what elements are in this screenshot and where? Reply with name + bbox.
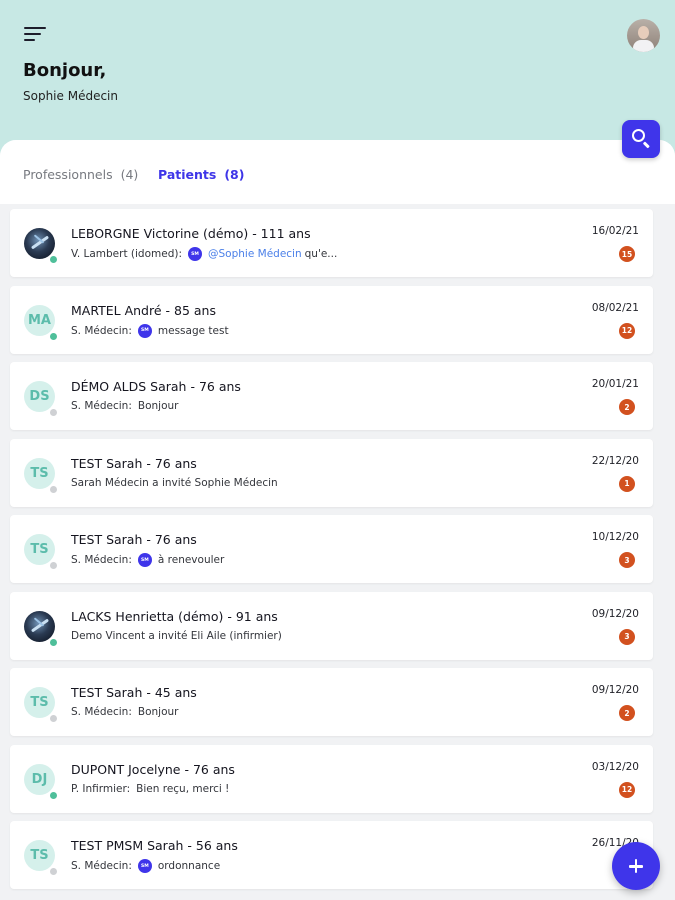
- unread-count-badge: 3: [619, 628, 635, 645]
- patient-name: DUPONT Jocelyne - 76 ans: [71, 761, 235, 777]
- patient-name: DÉMO ALDS Sarah - 76 ans: [71, 379, 241, 394]
- tab-patients-label: Patients: [158, 167, 217, 182]
- patient-name: TEST Sarah - 76 ans: [71, 455, 197, 471]
- presence-status-dot: [49, 561, 58, 570]
- message-author: S. Médecin:: [71, 706, 132, 718]
- message-author: P. Infirmier:: [71, 782, 131, 795]
- last-message: Demo Vincent a invité Eli Aile (infirmie…: [71, 630, 282, 642]
- unread-count-badge: 1: [619, 475, 635, 492]
- conversation-row[interactable]: TS TEST Sarah - 45 ans S. Médecin: Bonjour 0…: [10, 668, 653, 736]
- message-date: 09/12/20: [591, 607, 639, 620]
- message-date: 22/12/20: [591, 454, 639, 467]
- tab-patients-count: (8): [224, 167, 245, 182]
- unread-count-badge: 3: [619, 552, 635, 568]
- last-message: Sarah Médecin a invité Sophie Médecin: [71, 477, 278, 489]
- message-preview: message test: [157, 324, 229, 337]
- unread-count-badge: 12: [619, 781, 635, 798]
- unread-count-badge: 15: [619, 246, 635, 262]
- profile-avatar[interactable]: [627, 19, 660, 52]
- patient-initials-avatar: TS: [24, 457, 55, 489]
- patient-photo-avatar: [24, 228, 55, 259]
- message-preview: Bonjour: [137, 400, 179, 412]
- sender-mini-avatar: SM: [137, 553, 152, 567]
- last-message: S. Médecin: SM à renevouler: [71, 553, 224, 567]
- patient-name: TEST PMSM Sarah - 56 ans: [71, 838, 238, 853]
- message-preview: qu'e...: [304, 248, 338, 260]
- message-preview: Bonjour: [137, 706, 179, 718]
- message-author: V. Lambert (idomed):: [71, 248, 183, 260]
- presence-status-dot: [49, 331, 58, 341]
- patient-initials-avatar: TS: [24, 687, 55, 718]
- patient-name: LEBORGNE Victorine (démo) - 111 ans: [71, 226, 311, 241]
- last-message: V. Lambert (idomed): SM @Sophie Médecin qu'…: [71, 247, 337, 261]
- last-message: S. Médecin: SM message test: [71, 323, 229, 338]
- last-message: S. Médecin: Bonjour: [71, 706, 178, 718]
- sender-mini-avatar: SM: [137, 859, 152, 873]
- message-date: 03/12/20: [591, 760, 639, 773]
- conversation-row[interactable]: TS TEST Sarah - 76 ans Sarah Médecin a inv…: [10, 438, 653, 507]
- conversation-row[interactable]: LEBORGNE Victorine (démo) - 111 ans V. La…: [10, 209, 653, 277]
- message-date: 16/02/21: [591, 225, 639, 237]
- user-name: Sophie Médecin: [23, 89, 118, 103]
- last-message: S. Médecin: SM ordonnance: [71, 859, 220, 873]
- patient-photo-avatar: [24, 610, 55, 642]
- header: Bonjour, Sophie Médecin: [0, 0, 675, 150]
- message-date: 09/12/20: [591, 684, 639, 696]
- sender-mini-avatar: SM: [137, 323, 152, 338]
- presence-status-dot: [49, 408, 58, 417]
- tab-professionnels-count: (4): [120, 167, 139, 182]
- unread-count-badge: 2: [619, 399, 635, 415]
- add-conversation-button[interactable]: [612, 842, 660, 890]
- patient-name: LACKS Henrietta (démo) - 91 ans: [71, 608, 278, 624]
- message-preview: Sarah Médecin a invité Sophie Médecin: [71, 476, 278, 489]
- patient-initials-avatar: MA: [24, 304, 55, 336]
- conversation-row[interactable]: TS TEST Sarah - 76 ans S. Médecin: SM à rene…: [10, 515, 653, 583]
- presence-status-dot: [49, 637, 58, 647]
- last-message: S. Médecin: Bonjour: [71, 400, 178, 412]
- message-date: 20/01/21: [591, 378, 639, 390]
- patient-initials-avatar: TS: [24, 840, 55, 871]
- presence-status-dot: [49, 714, 58, 723]
- greeting-title: Bonjour,: [23, 60, 107, 81]
- tab-professionnels[interactable]: Professionnels (4): [23, 167, 138, 182]
- conversation-row[interactable]: DS DÉMO ALDS Sarah - 76 ans S. Médecin: Bon…: [10, 362, 653, 430]
- conversation-row[interactable]: MA MARTEL André - 85 ans S. Médecin: SM mess…: [10, 285, 653, 354]
- presence-status-dot: [49, 867, 58, 876]
- message-date: 08/02/21: [591, 301, 639, 314]
- patient-name: MARTEL André - 85 ans: [71, 302, 216, 318]
- patient-name: TEST Sarah - 76 ans: [71, 532, 197, 547]
- search-button[interactable]: [622, 120, 660, 158]
- patient-name: TEST Sarah - 45 ans: [71, 685, 197, 700]
- presence-status-dot: [49, 790, 58, 800]
- tab-patients[interactable]: Patients (8): [158, 167, 244, 182]
- patient-initials-avatar: DJ: [24, 763, 55, 795]
- message-author: S. Médecin:: [71, 324, 132, 337]
- search-icon: [632, 129, 645, 142]
- conversation-row[interactable]: TS TEST PMSM Sarah - 56 ans S. Médecin: SM o…: [10, 821, 653, 889]
- last-message: P. Infirmier: Bien reçu, merci !: [71, 783, 229, 795]
- message-preview: Bien reçu, merci !: [136, 782, 230, 795]
- conversation-row[interactable]: LACKS Henrietta (démo) - 91 ans Demo Vinc…: [10, 591, 653, 660]
- patient-initials-avatar: DS: [24, 381, 55, 412]
- message-preview: ordonnance: [157, 860, 221, 872]
- presence-status-dot: [49, 484, 58, 494]
- sender-mini-avatar: SM: [188, 247, 203, 261]
- patient-initials-avatar: TS: [24, 534, 55, 565]
- unread-count-badge: 2: [619, 705, 635, 721]
- unread-count-badge: 12: [619, 322, 635, 339]
- message-preview: Demo Vincent a invité Eli Aile (infirmie…: [71, 629, 282, 642]
- message-preview: à renevouler: [157, 554, 225, 566]
- message-author: S. Médecin:: [71, 400, 132, 412]
- message-mention[interactable]: @Sophie Médecin: [208, 248, 302, 260]
- tab-professionnels-label: Professionnels: [23, 167, 113, 182]
- message-author: S. Médecin:: [71, 860, 132, 872]
- conversation-row[interactable]: DJ DUPONT Jocelyne - 76 ans P. Infirmier: B…: [10, 744, 653, 813]
- message-date: 10/12/20: [591, 531, 639, 543]
- message-author: S. Médecin:: [71, 554, 132, 566]
- menu-icon[interactable]: [24, 24, 52, 46]
- presence-status-dot: [49, 255, 58, 264]
